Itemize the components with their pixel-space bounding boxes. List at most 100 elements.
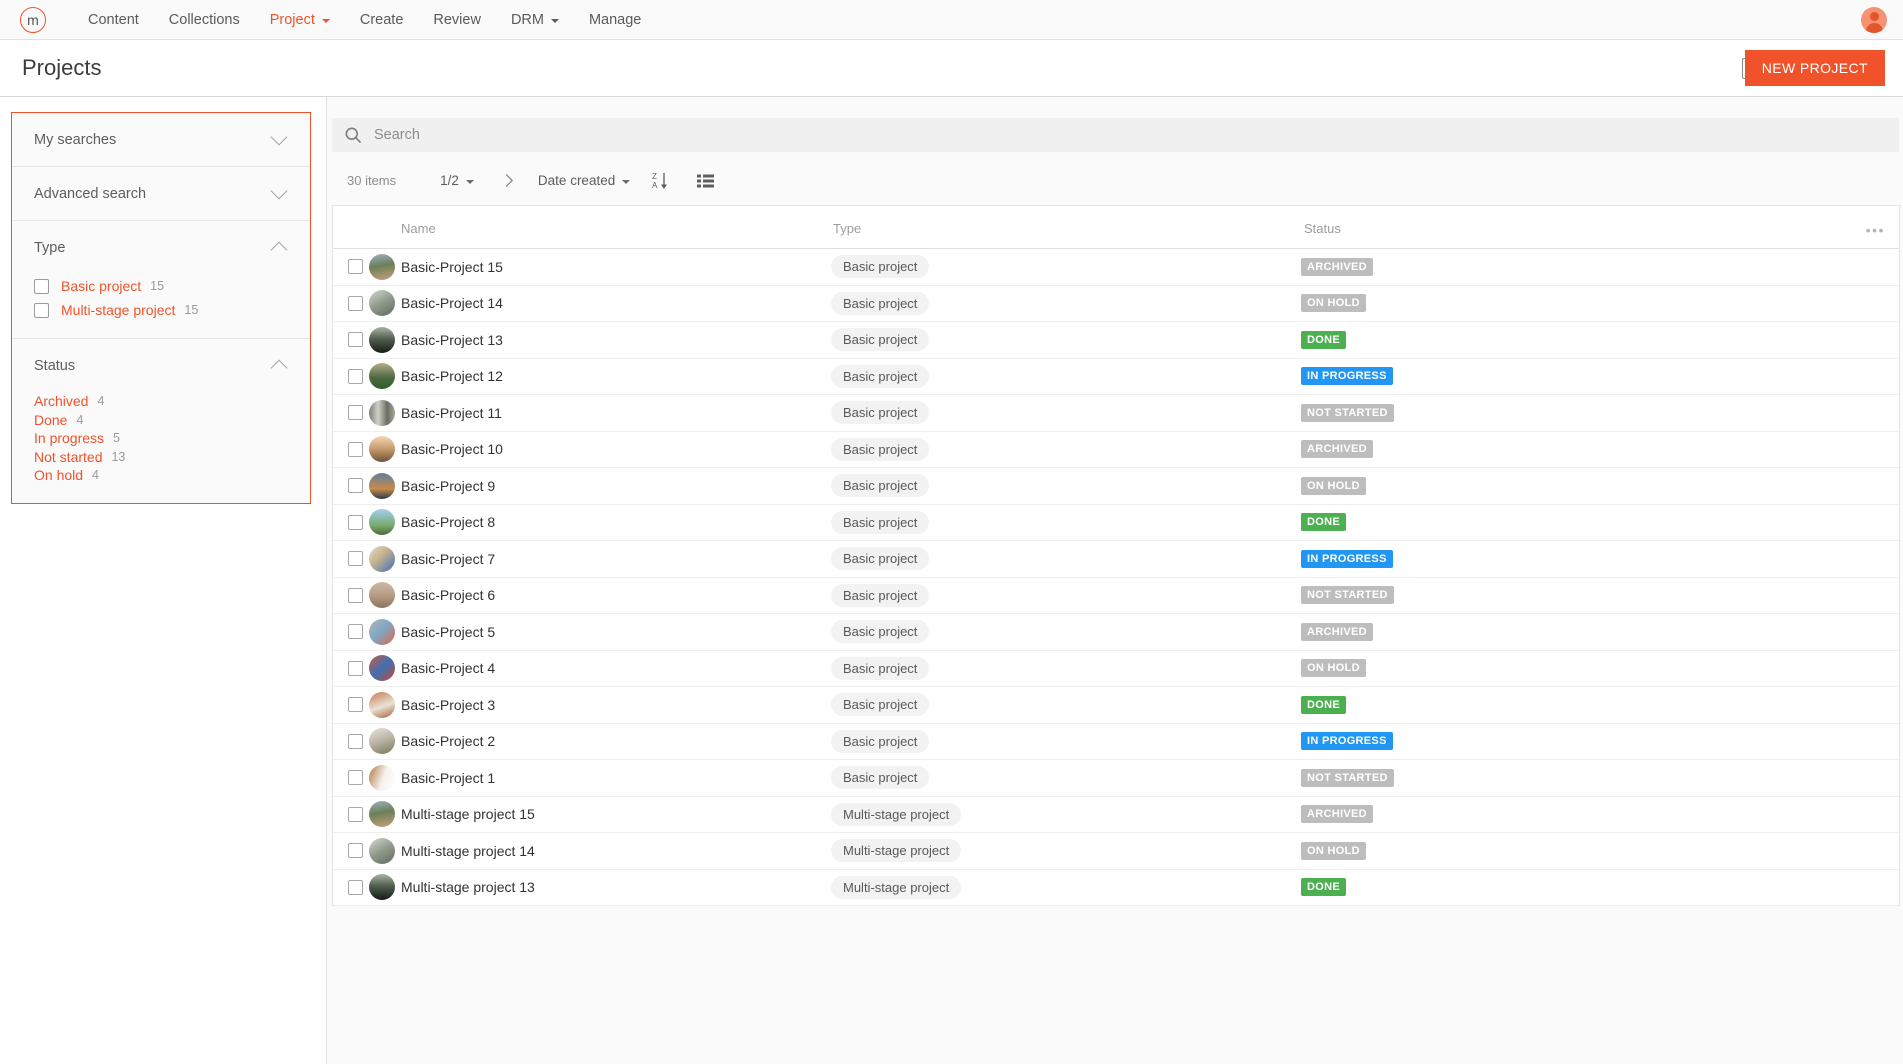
nav-item-manage[interactable]: Manage bbox=[589, 12, 641, 28]
table-row[interactable]: Multi-stage project 15 Multi-stage projec… bbox=[333, 797, 1899, 833]
type-facet-checkbox[interactable] bbox=[34, 302, 49, 318]
project-name: Basic-Project 3 bbox=[401, 696, 496, 713]
project-name: Basic-Project 13 bbox=[401, 331, 503, 348]
projects-table: Name Type Status ••• Basic-Project 15 Bas… bbox=[332, 205, 1900, 906]
row-checkbox[interactable] bbox=[348, 259, 363, 275]
type-facet-option[interactable]: Multi-stage project 15 bbox=[34, 298, 288, 322]
project-type-badge: Basic project bbox=[831, 401, 930, 425]
project-name: Basic-Project 6 bbox=[401, 587, 496, 604]
sort-za-descending-icon[interactable]: Z A bbox=[652, 171, 669, 191]
row-checkbox[interactable] bbox=[348, 295, 363, 311]
nav-item-content[interactable]: Content bbox=[88, 12, 139, 28]
row-checkbox[interactable] bbox=[348, 405, 363, 421]
nav-item-label: Collections bbox=[168, 11, 240, 28]
chevron-right-icon[interactable] bbox=[500, 174, 513, 187]
row-checkbox[interactable] bbox=[348, 332, 363, 348]
row-checkbox[interactable] bbox=[348, 697, 363, 713]
type-facet-option-label: Multi-stage project bbox=[61, 302, 176, 318]
project-name: Basic-Project 2 bbox=[401, 733, 496, 750]
table-row[interactable]: Basic-Project 14 Basic project ON HOLD bbox=[333, 286, 1899, 322]
table-header-row: Name Type Status ••• bbox=[333, 206, 1899, 249]
row-checkbox[interactable] bbox=[348, 551, 363, 567]
table-row[interactable]: Basic-Project 12 Basic project IN PROGRESS bbox=[333, 359, 1899, 395]
sort-field-dropdown[interactable]: Date created bbox=[538, 173, 631, 188]
table-row[interactable]: Basic-Project 15 Basic project ARCHIVED bbox=[333, 249, 1899, 286]
status-badge: DONE bbox=[1301, 695, 1346, 714]
user-avatar-icon[interactable] bbox=[1861, 7, 1887, 33]
status-badge: NOT STARTED bbox=[1301, 586, 1394, 605]
project-thumbnail bbox=[369, 253, 395, 280]
circle-m-logo-icon[interactable]: m bbox=[20, 6, 46, 33]
type-facet-toggle[interactable]: Type bbox=[34, 221, 288, 274]
project-type-badge: Basic project bbox=[831, 510, 930, 534]
status-facet-option-label: Done bbox=[34, 411, 68, 428]
status-badge: ON HOLD bbox=[1301, 841, 1366, 860]
column-header-status[interactable]: Status bbox=[1304, 221, 1341, 236]
status-badge: IN PROGRESS bbox=[1301, 367, 1393, 386]
nav-item-label: Content bbox=[88, 11, 139, 28]
table-row[interactable]: Basic-Project 5 Basic project ARCHIVED bbox=[333, 614, 1899, 651]
table-row[interactable]: Multi-stage project 14 Multi-stage projec… bbox=[333, 833, 1899, 870]
nav-item-review[interactable]: Review bbox=[433, 12, 481, 28]
row-checkbox[interactable] bbox=[348, 514, 363, 530]
search-bar[interactable] bbox=[332, 118, 1899, 152]
list-view-icon[interactable] bbox=[697, 174, 715, 188]
search-input[interactable] bbox=[374, 127, 1174, 143]
row-checkbox[interactable] bbox=[348, 478, 363, 494]
row-checkbox[interactable] bbox=[348, 770, 363, 786]
table-row[interactable]: Multi-stage project 13 Multi-stage projec… bbox=[333, 870, 1899, 906]
status-facet-toggle[interactable]: Status bbox=[34, 339, 288, 392]
status-badge: ARCHIVED bbox=[1301, 257, 1373, 276]
table-row[interactable]: Basic-Project 1 Basic project NOT STARTED bbox=[333, 760, 1899, 797]
advanced-search-toggle[interactable]: Advanced search bbox=[34, 167, 288, 220]
table-row[interactable]: Basic-Project 4 Basic project ON HOLD bbox=[333, 651, 1899, 687]
project-type-badge: Basic project bbox=[831, 547, 930, 571]
table-row[interactable]: Basic-Project 11 Basic project NOT STARTED bbox=[333, 395, 1899, 432]
table-row[interactable]: Basic-Project 3 Basic project DONE bbox=[333, 687, 1899, 724]
row-checkbox[interactable] bbox=[348, 843, 363, 859]
table-row[interactable]: Basic-Project 8 Basic project DONE bbox=[333, 505, 1899, 541]
row-checkbox[interactable] bbox=[348, 624, 363, 640]
status-facet-option[interactable]: Done 4 bbox=[34, 411, 288, 430]
table-row[interactable]: Basic-Project 7 Basic project IN PROGRESS bbox=[333, 541, 1899, 578]
row-checkbox[interactable] bbox=[348, 806, 363, 822]
row-checkbox[interactable] bbox=[348, 441, 363, 457]
my-searches-toggle[interactable]: My searches bbox=[34, 113, 288, 166]
column-header-name[interactable]: Name bbox=[401, 221, 436, 236]
project-thumbnail bbox=[369, 874, 395, 901]
type-facet-option-count: 15 bbox=[184, 303, 199, 317]
status-facet-option[interactable]: Archived 4 bbox=[34, 392, 288, 411]
list-toolbar: 30 items 1/2 Date created Z A bbox=[327, 161, 1903, 200]
column-header-type[interactable]: Type bbox=[833, 221, 861, 236]
sidebar-section-type: Type Basic project 15 Multi-stage project 1… bbox=[12, 221, 310, 339]
status-badge: NOT STARTED bbox=[1301, 403, 1394, 422]
nav-item-label: Create bbox=[359, 11, 404, 28]
project-thumbnail bbox=[369, 582, 395, 609]
nav-item-drm[interactable]: DRM bbox=[511, 12, 559, 28]
row-checkbox[interactable] bbox=[348, 660, 363, 676]
project-type-badge: Multi-stage project bbox=[831, 875, 962, 899]
type-facet-option[interactable]: Basic project 15 bbox=[34, 274, 288, 298]
new-project-button[interactable]: NEW PROJECT bbox=[1744, 50, 1885, 86]
page-indicator-dropdown[interactable]: 1/2 bbox=[440, 173, 474, 188]
table-row[interactable]: Basic-Project 6 Basic project NOT STARTED bbox=[333, 578, 1899, 614]
sidebar-section-status: Status Archived 4 Done 4 In progress 5 Not sta… bbox=[12, 339, 310, 503]
nav-item-create[interactable]: Create bbox=[360, 12, 404, 28]
nav-item-collections[interactable]: Collections bbox=[169, 12, 240, 28]
nav-items-container: Content Collections Project Create Review DRM… bbox=[46, 12, 641, 28]
status-facet-option[interactable]: In progress 5 bbox=[34, 429, 288, 448]
more-options-icon[interactable]: ••• bbox=[1866, 223, 1885, 237]
table-row[interactable]: Basic-Project 9 Basic project ON HOLD bbox=[333, 468, 1899, 505]
status-facet-option[interactable]: Not started 13 bbox=[34, 448, 288, 467]
table-row[interactable]: Basic-Project 2 Basic project IN PROGRESS bbox=[333, 724, 1899, 760]
table-row[interactable]: Basic-Project 10 Basic project ARCHIVED bbox=[333, 432, 1899, 468]
row-checkbox[interactable] bbox=[348, 368, 363, 384]
nav-item-project[interactable]: Project bbox=[270, 12, 330, 28]
advanced-search-label: Advanced search bbox=[34, 185, 147, 202]
type-facet-checkbox[interactable] bbox=[34, 278, 49, 294]
row-checkbox[interactable] bbox=[348, 733, 363, 749]
table-row[interactable]: Basic-Project 13 Basic project DONE bbox=[333, 322, 1899, 359]
row-checkbox[interactable] bbox=[348, 587, 363, 603]
row-checkbox[interactable] bbox=[348, 879, 363, 895]
status-facet-option[interactable]: On hold 4 bbox=[34, 466, 288, 485]
